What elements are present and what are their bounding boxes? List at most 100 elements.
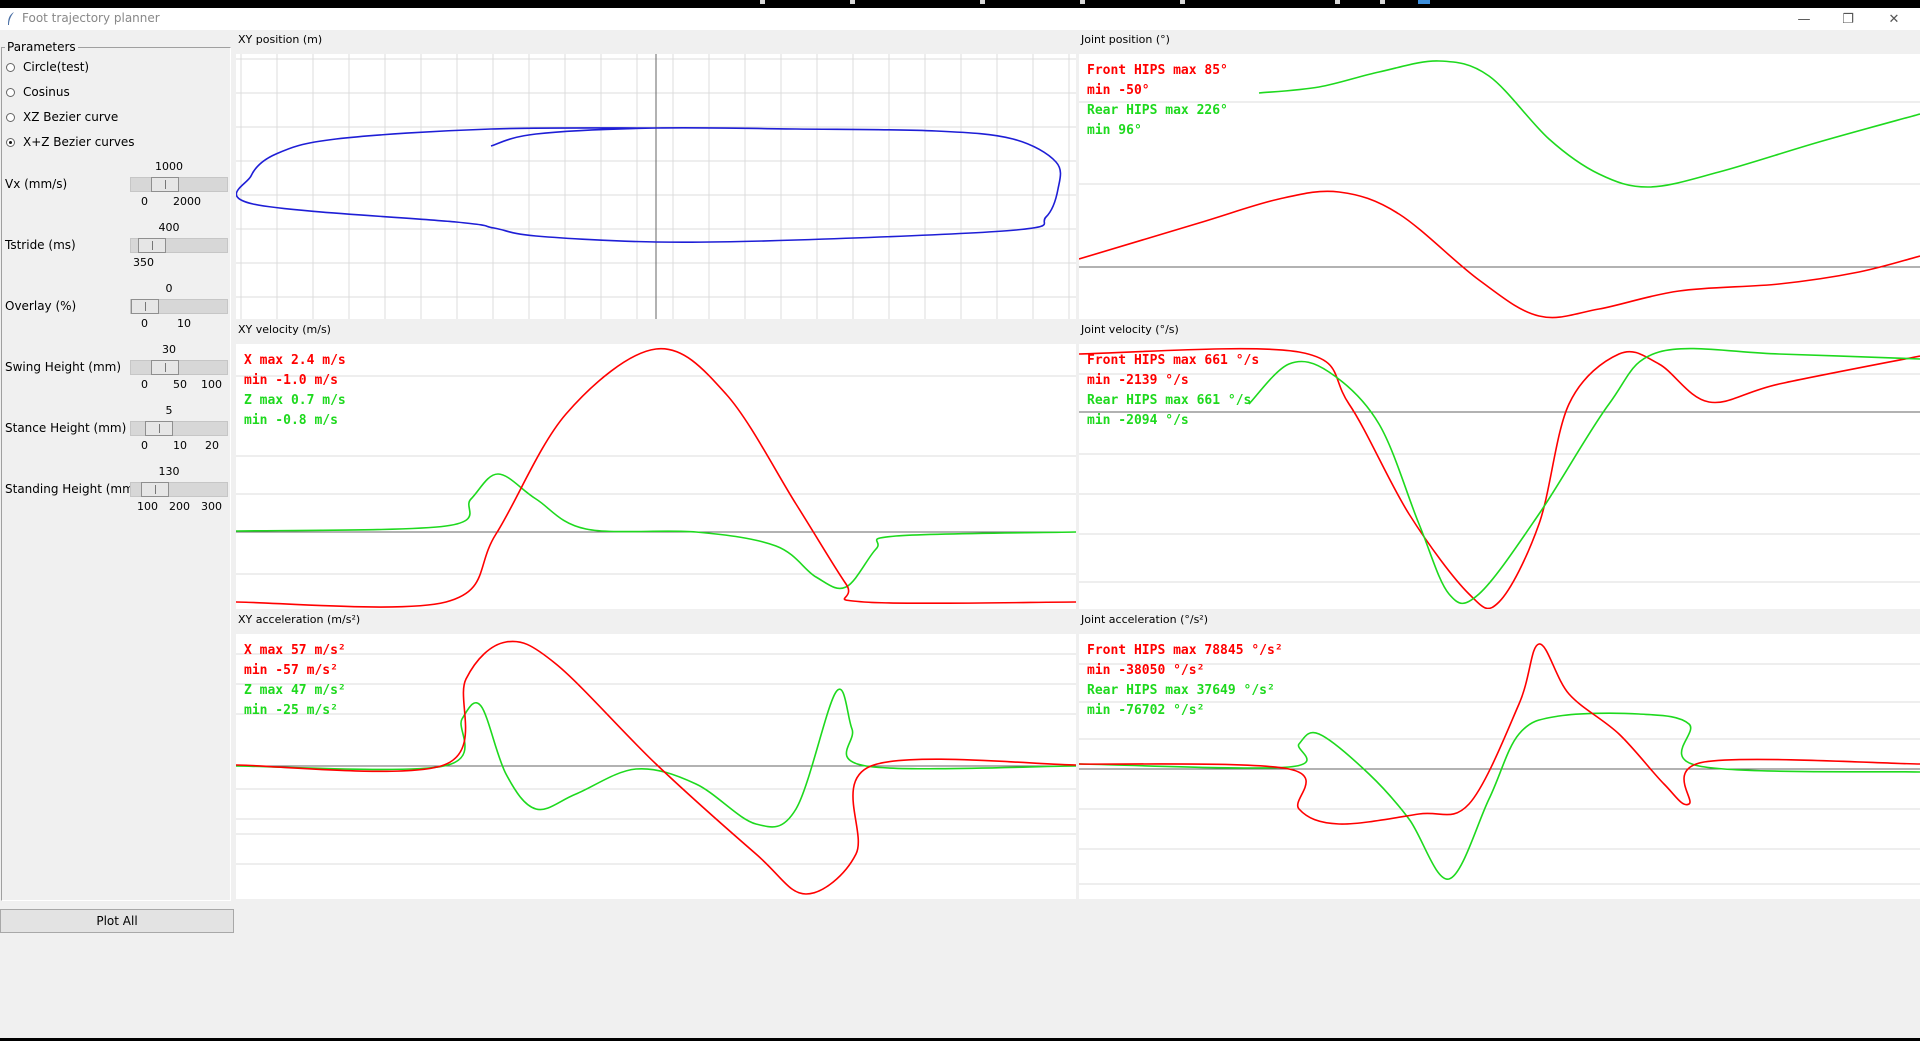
slider-tick-label: 50 xyxy=(173,378,187,391)
stat-label: Rear HIPS max 226° xyxy=(1087,103,1228,118)
joint-acceleration-plot: Front HIPS max 78845 °/s² min -38050 °/s… xyxy=(1079,634,1920,899)
slider-track[interactable] xyxy=(130,360,228,375)
slider-track[interactable] xyxy=(130,177,228,192)
stat-label: min -2094 °/s xyxy=(1087,413,1189,428)
radio-indicator xyxy=(6,62,15,72)
radio-indicator xyxy=(6,87,15,97)
radio-indicator xyxy=(6,112,15,122)
slider-thumb[interactable] xyxy=(145,421,173,436)
slider-thumb[interactable] xyxy=(151,360,179,375)
panel-title: Joint velocity (°/s) xyxy=(1081,323,1179,336)
joint-position-plot: Front HIPS max 85° min -50° Rear HIPS max… xyxy=(1079,54,1920,319)
plot-background xyxy=(1079,634,1920,899)
restore-icon: ❐ xyxy=(1842,11,1854,27)
slider-tick-label: 10 xyxy=(173,439,187,452)
slider-label: Vx (mm/s) xyxy=(5,177,68,191)
mode-radio-1[interactable]: Cosinus xyxy=(6,83,70,101)
stat-label: min -25 m/s² xyxy=(244,703,338,718)
taskbar-active-tick xyxy=(1418,0,1430,4)
slider-track[interactable] xyxy=(130,421,228,436)
slider-tick-label: 350 xyxy=(133,256,154,269)
slider-label: Overlay (%) xyxy=(5,299,77,313)
mode-radio-2[interactable]: XZ Bezier curve xyxy=(6,108,118,126)
slider-tick-label: 300 xyxy=(201,500,222,513)
slider-tick-label: 0 xyxy=(141,378,148,391)
panel-title: Joint position (°) xyxy=(1081,33,1170,46)
xy-acceleration-plot: X max 57 m/s² min -57 m/s²Z max 47 m/s² … xyxy=(236,634,1076,899)
stat-label: min -2139 °/s xyxy=(1087,373,1189,388)
panel-title: XY velocity (m/s) xyxy=(238,323,331,336)
slider-tick-label: 0 xyxy=(141,317,148,330)
joint-acceleration-panel: Joint acceleration (°/s²) Front HIPS max… xyxy=(1079,612,1920,902)
stat-label: Front HIPS max 85° xyxy=(1087,63,1228,78)
stat-label: min -76702 °/s² xyxy=(1087,703,1204,718)
stat-label: min -38050 °/s² xyxy=(1087,663,1204,678)
taskbar-tick xyxy=(1380,0,1385,4)
slider-label: Swing Height (mm) xyxy=(5,360,122,374)
window-title: Foot trajectory planner xyxy=(22,11,160,25)
minimize-button[interactable]: — xyxy=(1782,8,1826,30)
radio-label: Circle(test) xyxy=(23,60,90,74)
joint-position-panel: Joint position (°) Front HIPS max 85° mi… xyxy=(1079,32,1920,322)
stat-label: Front HIPS max 661 °/s xyxy=(1087,353,1259,368)
slider-value: 130 xyxy=(158,465,180,478)
slider-tick-label: 100 xyxy=(137,500,158,513)
radio-label: X+Z Bezier curves xyxy=(23,135,135,149)
slider-tick-label: 10 xyxy=(177,317,191,330)
slider-track[interactable] xyxy=(130,238,228,253)
mode-radio-3[interactable]: X+Z Bezier curves xyxy=(6,133,135,151)
panel-title: XY acceleration (m/s²) xyxy=(238,613,361,626)
joint-velocity-panel: Joint velocity (°/s) Front HIPS max 661 … xyxy=(1079,322,1920,612)
radio-label: XZ Bezier curve xyxy=(23,110,119,124)
slider-thumb[interactable] xyxy=(141,482,169,497)
slider-label: Standing Height (mm) xyxy=(5,482,139,496)
radio-indicator xyxy=(6,137,15,147)
stat-label: min -1.0 m/s xyxy=(244,373,338,388)
slider-tick-label: 100 xyxy=(201,378,222,391)
taskbar-tick xyxy=(1180,0,1185,4)
close-button[interactable]: ✕ xyxy=(1872,8,1916,30)
xy-acceleration-panel: XY acceleration (m/s²) X max 57 m/s² min… xyxy=(236,612,1076,902)
radio-label: Cosinus xyxy=(23,85,70,99)
slider-thumb[interactable] xyxy=(151,177,179,192)
slider-label: Tstride (ms) xyxy=(5,238,76,252)
top-strip xyxy=(0,0,1920,8)
slider-tick-label: 0 xyxy=(141,195,148,208)
slider-value: 30 xyxy=(162,343,176,356)
slider-value: 0 xyxy=(165,282,173,295)
slider-tick-label: 20 xyxy=(205,439,219,452)
slider-tick-label: 0 xyxy=(141,439,148,452)
slider-track[interactable] xyxy=(130,299,228,314)
slider-value: 1000 xyxy=(155,160,183,173)
slider-track[interactable] xyxy=(130,482,228,497)
slider-thumb[interactable] xyxy=(131,299,159,314)
plot-background xyxy=(236,344,1076,609)
stat-label: min -0.8 m/s xyxy=(244,413,338,428)
maximize-button[interactable]: ❐ xyxy=(1826,8,1870,30)
taskbar-tick xyxy=(1335,0,1340,4)
mode-radio-0[interactable]: Circle(test) xyxy=(6,58,89,76)
slider-tick-label: 200 xyxy=(169,500,190,513)
feather-icon xyxy=(8,12,14,25)
taskbar-tick xyxy=(850,0,855,4)
slider-label: Stance Height (mm) xyxy=(5,421,127,435)
stat-label: Rear HIPS max 661 °/s xyxy=(1087,393,1251,408)
panel-title: XY position (m) xyxy=(238,33,323,46)
stat-label: X max 2.4 m/s xyxy=(244,353,346,368)
stat-label: X max 57 m/s² xyxy=(244,643,346,658)
xy-position-panel: XY position (m) xyxy=(236,32,1076,322)
stat-label: Z max 0.7 m/s xyxy=(244,393,346,408)
xy-position-plot xyxy=(236,54,1076,319)
stat-label: min -57 m/s² xyxy=(244,663,338,678)
taskbar-tick xyxy=(1080,0,1085,4)
xy-velocity-plot: X max 2.4 m/s min -1.0 m/sZ max 0.7 m/s … xyxy=(236,344,1076,609)
panel-title: Joint acceleration (°/s²) xyxy=(1081,613,1208,626)
slider-tick-label: 2000 xyxy=(173,195,201,208)
stat-label: min -50° xyxy=(1087,83,1150,98)
plot-all-button[interactable]: Plot All xyxy=(0,909,234,933)
stat-label: Front HIPS max 78845 °/s² xyxy=(1087,643,1283,658)
stat-label: Z max 47 m/s² xyxy=(244,683,346,698)
slider-thumb[interactable] xyxy=(138,238,166,253)
taskbar-tick xyxy=(760,0,765,4)
stat-label: min 96° xyxy=(1087,123,1142,138)
